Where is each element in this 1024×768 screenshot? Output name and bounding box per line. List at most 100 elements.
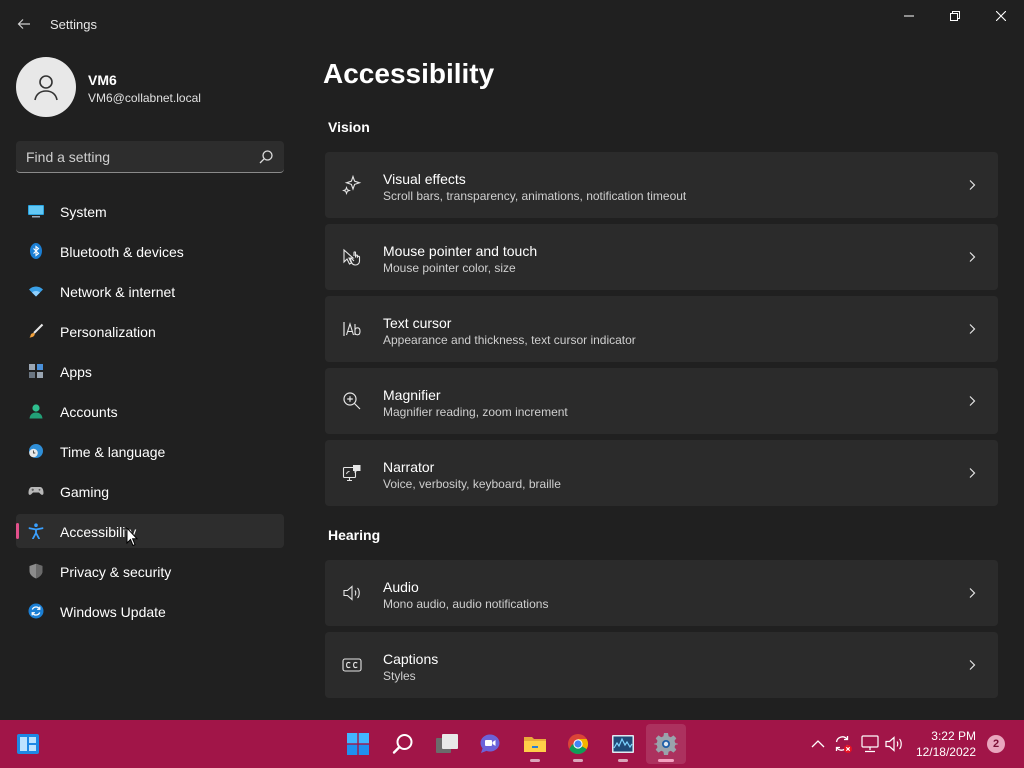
search-box[interactable]: [16, 141, 284, 173]
sidebar-item-label: Apps: [60, 364, 92, 380]
clock-time[interactable]: 3:22 PM: [924, 729, 976, 743]
clock-date[interactable]: 12/18/2022: [906, 745, 976, 759]
card-subtitle: Magnifier reading, zoom increment: [383, 405, 568, 419]
sidebar-item-label: Privacy & security: [60, 564, 172, 580]
sidebar-item-network[interactable]: Network & internet: [16, 274, 284, 308]
card-title: Captions: [383, 651, 439, 667]
section-title-vision: Vision: [328, 119, 370, 135]
running-indicator: [618, 759, 628, 762]
sidebar-item-label: Accounts: [60, 404, 118, 420]
sidebar-nav: System Bluetooth & devices Network & int…: [16, 194, 284, 634]
search-icon[interactable]: [258, 149, 274, 165]
teams-chat-icon: [480, 734, 500, 753]
notification-badge[interactable]: 2: [987, 735, 1005, 753]
back-arrow-icon: [17, 19, 30, 29]
card-subtitle: Appearance and thickness, text cursor in…: [383, 333, 636, 347]
teams-chat-button[interactable]: [470, 724, 510, 764]
sidebar-item-accounts[interactable]: Accounts: [16, 394, 284, 428]
sidebar-item-label: Gaming: [60, 484, 110, 500]
show-hidden-icons-button[interactable]: [808, 734, 828, 754]
sidebar-item-gaming[interactable]: Gaming: [16, 474, 284, 508]
start-button[interactable]: [338, 724, 378, 764]
close-button[interactable]: [978, 0, 1024, 32]
text-cursor-card[interactable]: Text cursor Appearance and thickness, te…: [325, 296, 998, 362]
file-explorer-button[interactable]: [515, 724, 555, 764]
sidebar-item-label: Windows Update: [60, 604, 166, 620]
chrome-button[interactable]: [558, 724, 598, 764]
search-icon: [392, 734, 413, 754]
mouse-pointer-card[interactable]: Mouse pointer and touch Mouse pointer co…: [325, 224, 998, 290]
text-cursor-icon: [343, 322, 361, 336]
globe-clock-icon: [29, 444, 43, 458]
chevron-up-icon: [811, 740, 825, 748]
audio-card[interactable]: Audio Mono audio, audio notifications: [325, 560, 998, 626]
card-subtitle: Styles: [383, 669, 416, 683]
magnifier-card[interactable]: Magnifier Magnifier reading, zoom increm…: [325, 368, 998, 434]
restore-icon: [950, 11, 960, 21]
resource-monitor-icon: [612, 735, 634, 753]
chevron-right-icon: [969, 252, 976, 262]
avatar[interactable]: [16, 57, 76, 117]
sidebar-item-windows-update[interactable]: Windows Update: [16, 594, 284, 628]
wifi-icon: [29, 286, 43, 297]
narrator-card[interactable]: Narrator Voice, verbosity, keyboard, bra…: [325, 440, 998, 506]
start-icon: [347, 733, 369, 755]
sidebar-item-label: Time & language: [60, 444, 166, 460]
running-indicator: [658, 759, 674, 762]
chevron-right-icon: [969, 324, 976, 334]
card-title: Mouse pointer and touch: [383, 243, 538, 259]
minimize-icon: [904, 15, 914, 17]
shield-icon: [29, 563, 43, 579]
sidebar-item-personalization[interactable]: Personalization: [16, 314, 284, 348]
card-title: Text cursor: [383, 315, 452, 331]
gamepad-icon: [28, 487, 44, 495]
mouse-cursor-icon: [126, 527, 138, 547]
task-view-icon: [436, 734, 458, 753]
widgets-icon: [17, 734, 39, 754]
sidebar-item-apps[interactable]: Apps: [16, 354, 284, 388]
page-title: Accessibility: [323, 58, 495, 89]
accounts-icon: [29, 404, 43, 419]
sidebar-item-privacy[interactable]: Privacy & security: [16, 554, 284, 588]
apps-icon: [29, 364, 43, 378]
settings-button[interactable]: [646, 724, 686, 764]
sidebar-item-bluetooth[interactable]: Bluetooth & devices: [16, 234, 284, 268]
chevron-right-icon: [969, 660, 976, 670]
sidebar-item-system[interactable]: System: [16, 194, 284, 228]
user-icon: [34, 75, 58, 101]
search-input[interactable]: [26, 147, 246, 167]
card-subtitle: Scroll bars, transparency, animations, n…: [383, 189, 687, 203]
card-subtitle: Voice, verbosity, keyboard, braille: [383, 477, 561, 491]
magnifier-icon: [343, 392, 361, 410]
task-view-button[interactable]: [427, 724, 467, 764]
widgets-button[interactable]: [8, 724, 48, 764]
network-button[interactable]: [860, 734, 880, 754]
selection-indicator: [16, 523, 19, 539]
title-bar: Settings: [0, 0, 1024, 48]
taskbar: [0, 720, 1024, 768]
sidebar-item-time-language[interactable]: Time & language: [16, 434, 284, 468]
captions-icon: [342, 658, 362, 672]
chevron-right-icon: [969, 396, 976, 406]
taskbar-search-button[interactable]: [383, 724, 423, 764]
sidebar-item-label: Accessibility: [60, 524, 137, 540]
system-icon: [28, 205, 44, 218]
accessibility-icon: [28, 523, 44, 539]
close-icon: [996, 11, 1006, 21]
restore-button[interactable]: [932, 0, 978, 32]
back-button[interactable]: [10, 10, 38, 38]
speaker-icon: [343, 585, 360, 601]
sidebar-item-accessibility[interactable]: Accessibility: [16, 514, 284, 548]
volume-icon: [885, 736, 902, 752]
minimize-button[interactable]: [886, 0, 932, 32]
volume-button[interactable]: [885, 734, 905, 754]
sync-status-button[interactable]: [833, 734, 853, 754]
card-title: Audio: [383, 579, 419, 595]
card-title: Narrator: [383, 459, 435, 475]
resource-monitor-button[interactable]: [603, 724, 643, 764]
captions-card[interactable]: Captions Styles: [325, 632, 998, 698]
user-email: VM6@collabnet.local: [88, 91, 201, 105]
chevron-right-icon: [969, 468, 976, 478]
visual-effects-card[interactable]: Visual effects Scroll bars, transparency…: [325, 152, 998, 218]
window-title: Settings: [50, 17, 97, 32]
